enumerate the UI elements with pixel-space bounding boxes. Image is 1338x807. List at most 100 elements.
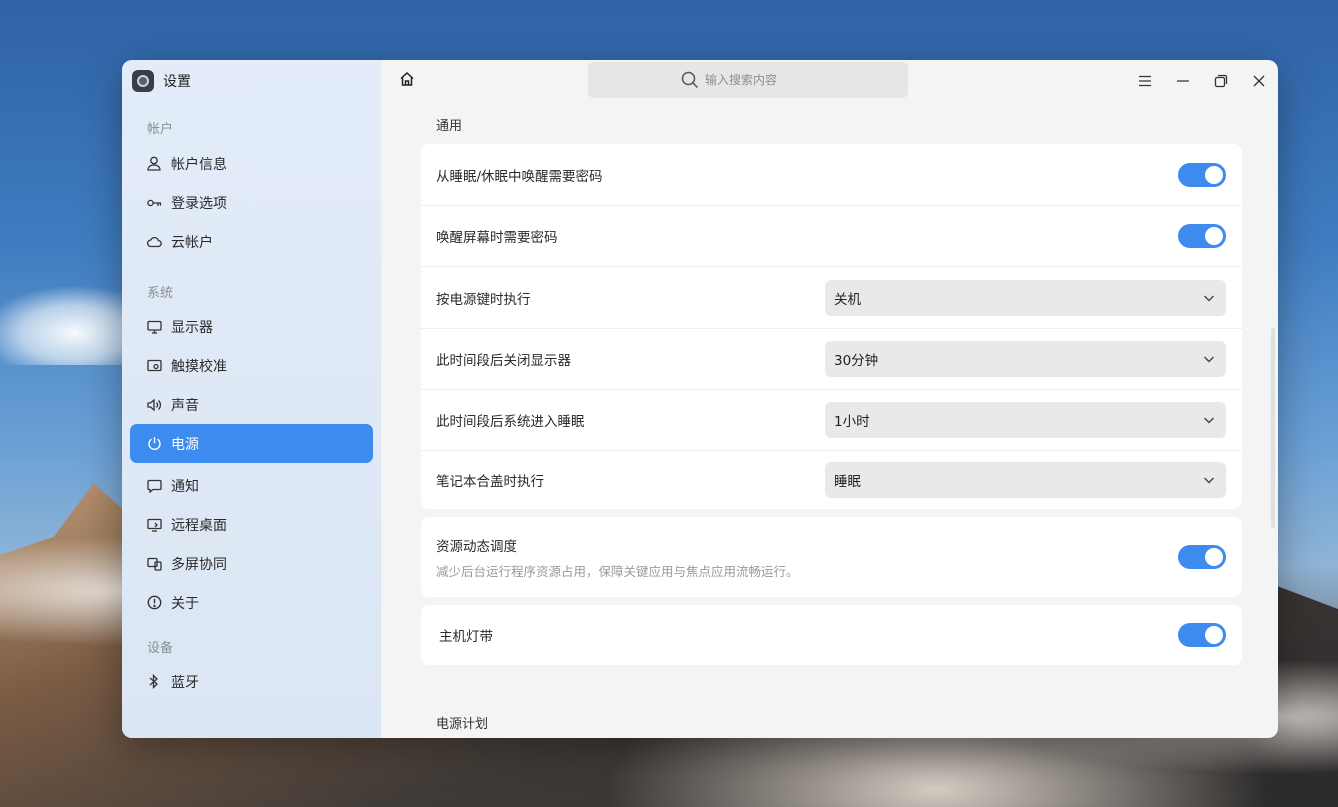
remote-desktop-icon — [146, 517, 162, 533]
search-icon — [681, 71, 699, 89]
select-value: 1小时 — [834, 414, 870, 430]
multiscreen-icon — [146, 556, 162, 572]
select-value: 关机 — [834, 291, 861, 308]
window-controls — [1126, 68, 1278, 94]
search-input[interactable] — [705, 73, 815, 87]
section-title-general: 通用 — [436, 119, 463, 134]
section-title-power-plan: 电源计划 — [436, 717, 489, 732]
info-icon — [146, 595, 162, 611]
group-title-devices: 设备 — [147, 641, 174, 656]
chevron-down-icon — [1204, 356, 1214, 363]
home-icon — [400, 71, 414, 86]
display-off-select[interactable]: 30分钟 — [825, 341, 1226, 377]
setting-row-resource-scheduling: 资源动态调度 减少后台运行程序资源占用，保障关键应用与焦点应用流畅运行。 — [421, 517, 1242, 597]
light-strip-toggle[interactable] — [1178, 623, 1226, 647]
sidebar-item-remote-desktop[interactable]: 远程桌面 — [130, 505, 373, 544]
home-button[interactable] — [399, 71, 419, 91]
light-strip-card: 主机灯带 — [421, 605, 1242, 665]
user-icon — [146, 156, 162, 172]
bluetooth-icon — [146, 674, 162, 690]
key-icon — [146, 195, 162, 211]
wake-password-toggle[interactable] — [1178, 162, 1226, 187]
setting-row-sleep-after: 此时间段后系统进入睡眠 1小时 — [421, 390, 1242, 451]
power-settings-content: 通用 从睡眠/休眠中唤醒需要密码 唤醒屏幕时需要密码 按电源键时执行 关机 此时… — [421, 102, 1242, 733]
setting-label: 此时间段后系统进入睡眠 — [436, 414, 585, 430]
setting-row-display-off: 此时间段后关闭显示器 30分钟 — [421, 329, 1242, 390]
sleep-after-select[interactable]: 1小时 — [825, 402, 1226, 438]
sidebar-item-label: 蓝牙 — [171, 674, 199, 691]
app-header: 设置 — [122, 60, 381, 102]
sidebar-item-touch-calibration[interactable]: 触摸校准 — [130, 346, 373, 385]
setting-label: 主机灯带 — [439, 629, 493, 645]
settings-window: 设置 帐户 帐户信息 登录选项 云帐户 系统 显示器 触摸校准 声音 电源 通知… — [122, 60, 1278, 738]
setting-label: 从睡眠/休眠中唤醒需要密码 — [436, 168, 603, 185]
resource-scheduling-text: 资源动态调度 减少后台运行程序资源占用，保障关键应用与焦点应用流畅运行。 — [436, 535, 799, 580]
sidebar-item-login-options[interactable]: 登录选项 — [130, 183, 373, 222]
general-settings-card: 从睡眠/休眠中唤醒需要密码 唤醒屏幕时需要密码 按电源键时执行 关机 此时间段后… — [421, 144, 1242, 509]
sidebar-item-cloud-account[interactable]: 云帐户 — [130, 222, 373, 261]
sidebar-item-label: 多屏协同 — [171, 556, 227, 573]
setting-label: 资源动态调度 — [436, 538, 517, 555]
app-title: 设置 — [163, 74, 191, 90]
chevron-down-icon — [1204, 295, 1214, 301]
settings-app-icon — [132, 70, 154, 92]
sidebar-item-notification[interactable]: 通知 — [130, 466, 373, 505]
setting-label: 此时间段后关闭显示器 — [436, 353, 571, 369]
setting-label: 唤醒屏幕时需要密码 — [436, 230, 558, 246]
select-value: 睡眠 — [834, 474, 861, 490]
setting-row-light-strip: 主机灯带 — [421, 605, 1242, 665]
sidebar-item-label: 登录选项 — [171, 195, 227, 212]
sidebar-item-about[interactable]: 关于 — [130, 583, 373, 622]
setting-row-screen-wake-password: 唤醒屏幕时需要密码 — [421, 206, 1242, 267]
close-icon — [1253, 75, 1265, 87]
minimize-button[interactable] — [1164, 68, 1202, 94]
titlebar — [381, 60, 1278, 102]
sidebar-item-label: 云帐户 — [171, 234, 213, 251]
sidebar-item-multiscreen[interactable]: 多屏协同 — [130, 544, 373, 583]
scrollbar[interactable] — [1271, 328, 1275, 528]
lid-close-select[interactable]: 睡眠 — [825, 462, 1226, 498]
setting-description: 减少后台运行程序资源占用，保障关键应用与焦点应用流畅运行。 — [436, 563, 799, 579]
sidebar-item-label: 通知 — [171, 478, 199, 495]
setting-row-lid-close: 笔记本合盖时执行 睡眠 — [421, 451, 1242, 509]
resource-scheduling-toggle[interactable] — [1178, 545, 1226, 569]
chevron-down-icon — [1204, 417, 1214, 424]
sidebar-item-account-info[interactable]: 帐户信息 — [130, 144, 373, 183]
cloud-icon — [146, 234, 162, 250]
main-panel: 通用 从睡眠/休眠中唤醒需要密码 唤醒屏幕时需要密码 按电源键时执行 关机 — [381, 60, 1278, 738]
sidebar-item-label: 帐户信息 — [171, 156, 227, 173]
close-button[interactable] — [1240, 68, 1278, 94]
sidebar-item-label: 电源 — [171, 436, 199, 453]
select-value: 30分钟 — [834, 353, 879, 369]
sidebar-item-display[interactable]: 显示器 — [130, 307, 373, 346]
power-icon — [146, 436, 162, 452]
sidebar-item-label: 显示器 — [171, 319, 213, 336]
sidebar-item-label: 远程桌面 — [171, 517, 227, 534]
sidebar-item-power[interactable]: 电源 — [130, 424, 373, 463]
setting-label: 笔记本合盖时执行 — [436, 474, 544, 490]
chevron-down-icon — [1204, 477, 1214, 484]
setting-row-wake-password: 从睡眠/休眠中唤醒需要密码 — [421, 144, 1242, 206]
sidebar-item-sound[interactable]: 声音 — [130, 385, 373, 424]
group-title-account: 帐户 — [147, 122, 174, 137]
sidebar-item-label: 关于 — [171, 595, 199, 612]
sidebar-item-label: 声音 — [171, 397, 199, 414]
menu-button[interactable] — [1126, 68, 1164, 94]
sidebar-item-label: 触摸校准 — [171, 358, 227, 375]
notification-icon — [146, 478, 162, 494]
speaker-icon — [146, 397, 162, 413]
menu-icon — [1139, 75, 1151, 87]
sidebar-item-bluetooth[interactable]: 蓝牙 — [130, 662, 373, 701]
group-title-system: 系统 — [147, 286, 174, 301]
maximize-button[interactable] — [1202, 68, 1240, 94]
touch-icon — [146, 358, 162, 374]
setting-row-power-button: 按电源键时执行 关机 — [421, 267, 1242, 329]
power-button-select[interactable]: 关机 — [825, 279, 1226, 316]
sidebar: 设置 帐户 帐户信息 登录选项 云帐户 系统 显示器 触摸校准 声音 电源 通知… — [122, 60, 381, 738]
setting-label: 按电源键时执行 — [436, 291, 531, 308]
screen-wake-password-toggle[interactable] — [1178, 224, 1226, 248]
resource-scheduling-card: 资源动态调度 减少后台运行程序资源占用，保障关键应用与焦点应用流畅运行。 — [421, 517, 1242, 597]
search-box[interactable] — [588, 62, 908, 98]
minimize-icon — [1177, 80, 1189, 82]
restore-icon — [1214, 74, 1228, 88]
